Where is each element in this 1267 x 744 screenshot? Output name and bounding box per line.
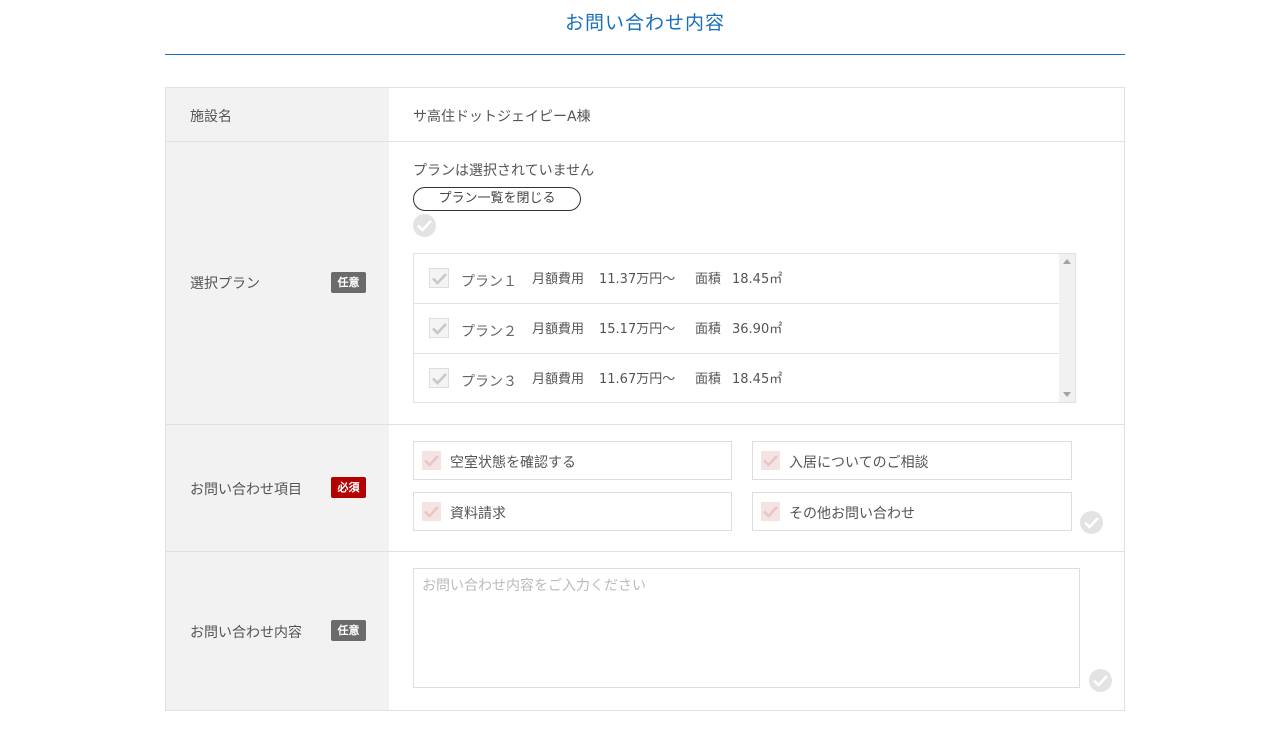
check-circle-icon bbox=[413, 214, 436, 237]
plan-checkbox[interactable] bbox=[429, 318, 449, 338]
inquiry-items-row: お問い合わせ項目 必須 空室状態を確認する 入居についてのご相談 資料請求 その… bbox=[166, 425, 1124, 552]
plan-fee-label: 月額費用 bbox=[532, 372, 585, 387]
checkbox[interactable] bbox=[422, 451, 441, 470]
title-divider bbox=[165, 54, 1125, 55]
plan-value-cell: プランは選択されていません プラン一覧を閉じる プラン１ 月額費用 11.37万… bbox=[389, 142, 1124, 424]
plan-name: プラン２ bbox=[461, 324, 517, 340]
check-circle-icon bbox=[1080, 511, 1103, 534]
optional-badge: 任意 bbox=[331, 272, 366, 293]
page-title: お問い合わせ内容 bbox=[564, 12, 725, 34]
plan-row: 選択プラン 任意 プランは選択されていません プラン一覧を閉じる プラン１ 月額… bbox=[166, 142, 1124, 425]
check-circle-icon bbox=[1089, 669, 1112, 692]
facility-label-cell: 施設名 bbox=[166, 88, 389, 141]
inquiry-content-textarea[interactable] bbox=[413, 568, 1080, 688]
plan-area-label: 面積 bbox=[695, 272, 722, 287]
plan-name: プラン１ bbox=[461, 274, 517, 290]
inquiry-option-consultation[interactable]: 入居についてのご相談 bbox=[752, 441, 1072, 480]
inquiry-content-value-cell bbox=[389, 552, 1124, 710]
plan-area: 18.45㎡ bbox=[732, 272, 783, 287]
plan-fee-label: 月額費用 bbox=[532, 272, 585, 287]
plan-area: 36.90㎡ bbox=[732, 322, 783, 337]
plan-fee: 11.67万円〜 bbox=[599, 372, 676, 387]
inquiry-content-row: お問い合わせ内容 任意 bbox=[166, 552, 1124, 710]
plan-list[interactable]: プラン１ 月額費用 11.37万円〜 面積 18.45㎡ プラン２ 月額費用 1… bbox=[413, 253, 1076, 403]
inquiry-items-label: お問い合わせ項目 bbox=[190, 482, 302, 498]
inquiry-option-label: 空室状態を確認する bbox=[450, 455, 576, 471]
plan-item[interactable]: プラン３ 月額費用 11.67万円〜 面積 18.45㎡ bbox=[414, 354, 1060, 402]
facility-row: 施設名 サ高住ドットジェイピーA棟 bbox=[166, 88, 1124, 142]
plan-label: 選択プラン bbox=[190, 276, 260, 292]
plan-label-cell: 選択プラン 任意 bbox=[166, 142, 389, 424]
plan-name: プラン３ bbox=[461, 374, 517, 390]
plan-fee: 15.17万円〜 bbox=[599, 322, 676, 337]
inquiry-option-other[interactable]: その他お問い合わせ bbox=[752, 492, 1072, 531]
inquiry-option-label: 資料請求 bbox=[450, 506, 506, 522]
plan-checkbox[interactable] bbox=[429, 368, 449, 388]
inquiry-option-brochure[interactable]: 資料請求 bbox=[413, 492, 732, 531]
checkbox[interactable] bbox=[761, 502, 780, 521]
facility-value-cell: サ高住ドットジェイピーA棟 bbox=[389, 88, 1124, 141]
facility-name: サ高住ドットジェイピーA棟 bbox=[413, 109, 591, 125]
inquiry-content-label-cell: お問い合わせ内容 任意 bbox=[166, 552, 389, 710]
plan-fee-label: 月額費用 bbox=[532, 322, 585, 337]
plan-list-scrollbar[interactable] bbox=[1059, 254, 1075, 402]
plan-area-label: 面積 bbox=[695, 322, 722, 337]
inquiry-option-vacancy[interactable]: 空室状態を確認する bbox=[413, 441, 732, 480]
scroll-up-arrow-icon[interactable] bbox=[1063, 259, 1071, 264]
close-plan-list-button[interactable]: プラン一覧を閉じる bbox=[413, 187, 581, 211]
plan-item[interactable]: プラン１ 月額費用 11.37万円〜 面積 18.45㎡ bbox=[414, 254, 1060, 304]
plan-area-label: 面積 bbox=[695, 372, 722, 387]
plan-checkbox[interactable] bbox=[429, 268, 449, 288]
scroll-down-arrow-icon[interactable] bbox=[1063, 392, 1071, 397]
plan-status-text: プランは選択されていません bbox=[413, 163, 595, 179]
inquiry-items-value-cell: 空室状態を確認する 入居についてのご相談 資料請求 その他お問い合わせ bbox=[389, 425, 1124, 551]
required-badge: 必須 bbox=[331, 477, 366, 498]
optional-badge: 任意 bbox=[331, 620, 366, 641]
inquiry-content-label: お問い合わせ内容 bbox=[190, 625, 302, 641]
checkbox[interactable] bbox=[761, 451, 780, 470]
plan-item[interactable]: プラン２ 月額費用 15.17万円〜 面積 36.90㎡ bbox=[414, 304, 1060, 354]
plan-fee: 11.37万円〜 bbox=[599, 272, 676, 287]
inquiry-form-table: 施設名 サ高住ドットジェイピーA棟 選択プラン 任意 プランは選択されていません… bbox=[165, 87, 1125, 711]
checkbox[interactable] bbox=[422, 502, 441, 521]
plan-area: 18.45㎡ bbox=[732, 372, 783, 387]
inquiry-items-label-cell: お問い合わせ項目 必須 bbox=[166, 425, 389, 551]
inquiry-option-label: 入居についてのご相談 bbox=[789, 455, 929, 471]
facility-label: 施設名 bbox=[190, 109, 232, 125]
inquiry-option-label: その他お問い合わせ bbox=[789, 506, 915, 522]
